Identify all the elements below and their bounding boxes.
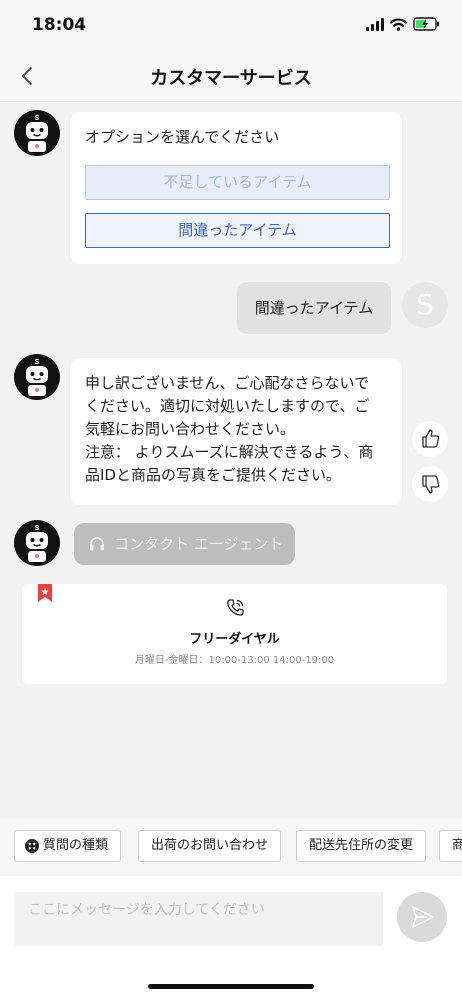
options-prompt: オプションを選んでください	[85, 128, 280, 146]
robot-icon: S	[14, 520, 60, 566]
bot-reply-line: 申し訳ございません、ご心配なさらないで	[85, 374, 370, 392]
svg-text:S: S	[34, 358, 39, 366]
bot-reply-line: ください。適切に対処いたしますので、ご	[85, 397, 370, 415]
option-missing-item-button[interactable]: 不足しているアイテム	[85, 165, 390, 200]
hotline-title: フリーダイヤル	[189, 632, 280, 647]
bot-avatar: S	[14, 520, 60, 566]
thumbs-up-icon	[422, 429, 440, 448]
bot-reply-line: 注意： よりスムーズに解決できるよう、商	[85, 443, 374, 461]
headset-icon	[90, 537, 104, 551]
wifi-icon	[390, 17, 407, 31]
chip-more[interactable]: 商	[439, 830, 462, 862]
bot-reply-line: 気軽にお問い合わせください。	[85, 420, 296, 438]
thumbs-down-icon	[422, 475, 440, 494]
contact-agent-label: コンタクト エージェント	[114, 535, 284, 553]
bot-avatar: S	[14, 354, 60, 400]
navigation-bar: カスタマーサービス	[0, 50, 462, 102]
message-input[interactable]	[14, 892, 383, 946]
bookmark-flag-icon	[38, 584, 52, 602]
chip-shipping-inquiry[interactable]: 出荷のお問い合わせ	[138, 830, 282, 862]
hotline-card: フリーダイヤル 月曜日-金曜日：10:00-13:00 14:00-19:00	[22, 584, 447, 684]
user-message-bubble: 間違ったアイテム	[237, 282, 391, 334]
bot-reply-line: 品IDと商品の写真をご提供ください。	[85, 466, 341, 484]
option-wrong-item-button[interactable]: 間違ったアイテム	[85, 213, 390, 248]
quick-actions-bar: 質問の種類 出荷のお問い合わせ 配送先住所の変更 商	[0, 818, 462, 876]
battery-charging-icon	[413, 17, 439, 31]
thumbs-down-button[interactable]	[412, 466, 448, 502]
status-icons	[366, 17, 440, 31]
svg-text:S: S	[34, 524, 39, 532]
hotline-hours: 月曜日-金曜日：10:00-13:00 14:00-19:00	[134, 655, 335, 666]
composer-area	[0, 876, 462, 999]
bot-options-bubble: オプションを選んでください 不足しているアイテム 間違ったアイテム	[70, 112, 402, 264]
robot-icon: S	[14, 110, 60, 156]
chip-question-type[interactable]: 質問の種類	[14, 830, 122, 862]
robot-icon: S	[14, 354, 60, 400]
signal-icon	[366, 17, 384, 31]
chip-label: 質問の種類	[43, 838, 109, 853]
thumbs-up-button[interactable]	[412, 421, 448, 457]
grid-dots-icon	[25, 839, 39, 853]
svg-text:S: S	[34, 114, 39, 122]
status-time: 18:04	[32, 15, 87, 35]
home-indicator	[148, 984, 314, 989]
bot-reply-bubble: 申し訳ございません、ご心配なさらないで ください。適切に対処いたしますので、ご …	[70, 358, 402, 505]
user-avatar: S	[402, 282, 448, 328]
bot-avatar: S	[14, 110, 60, 156]
page-title: カスタマーサービス	[150, 68, 312, 89]
send-icon	[412, 906, 434, 928]
phone-icon[interactable]	[225, 598, 245, 618]
chip-change-address[interactable]: 配送先住所の変更	[296, 830, 427, 862]
contact-agent-button[interactable]: コンタクト エージェント	[74, 523, 295, 565]
status-bar: 18:04	[0, 0, 462, 50]
send-button[interactable]	[397, 892, 447, 942]
